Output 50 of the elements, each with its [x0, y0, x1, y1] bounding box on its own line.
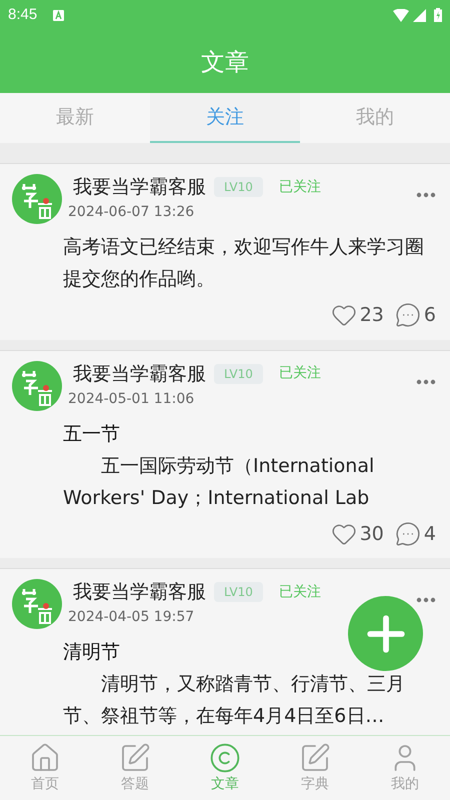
post-title: 清明节 [63, 640, 120, 665]
post-card[interactable]: 我要当学霸客服 LV10 已关注 2024-06-07 13:26 高考语文已经结束，欢迎写作牛人来学习圈提交您的作品哟。 23 6 [0, 163, 450, 340]
comment-icon[interactable] [394, 520, 421, 547]
post-body: 高考语文已经结束，欢迎写作牛人来学习圈提交您的作品哟。 [63, 235, 425, 292]
more-icon[interactable] [416, 192, 436, 198]
follow-status[interactable]: 已关注 [278, 363, 321, 384]
follow-status[interactable]: 已关注 [278, 176, 321, 198]
copyright-icon [209, 742, 241, 774]
notification-icon [53, 10, 64, 20]
post-time: 2024-05-01 11:06 [68, 390, 196, 408]
follow-status[interactable]: 已关注 [278, 582, 321, 602]
tab[interactable]: 最新 [0, 93, 150, 143]
like-count: 23 [360, 303, 384, 328]
home-icon [29, 742, 61, 774]
avatar-icon [12, 360, 62, 410]
more-icon[interactable] [416, 378, 436, 384]
more-icon[interactable] [416, 597, 436, 603]
comment-count: 4 [424, 522, 436, 546]
signal-icon [413, 8, 426, 22]
wifi-icon [393, 8, 409, 22]
post-time: 2024-04-05 19:57 [68, 608, 196, 627]
nav-item[interactable]: 答题 [90, 736, 180, 800]
nav-item[interactable]: 首页 [0, 736, 90, 800]
post-title: 五一节 [63, 422, 120, 446]
avatar-icon [12, 174, 62, 224]
edit-icon [299, 742, 331, 774]
tab[interactable]: 关注 [150, 93, 300, 143]
edit-icon [119, 742, 151, 774]
level-badge: LV10 [214, 177, 263, 197]
like-count: 30 [360, 522, 384, 546]
nav-item[interactable]: 我的 [360, 736, 450, 800]
author-name: 我要当学霸客服 [73, 362, 206, 386]
post-card[interactable]: 我要当学霸客服 LV10 已关注 2024-04-05 19:57 清明节 清明节，又称踏青节、行清节、三月节、祭祖节等，在每年4月4日至6日… [0, 568, 450, 735]
author-name: 我要当学霸客服 [73, 175, 206, 200]
nav-item[interactable]: 字典 [270, 736, 360, 800]
comment-icon[interactable] [394, 302, 421, 328]
level-badge: LV10 [214, 364, 263, 384]
page-title: 文章 [201, 46, 249, 78]
post-body: 清明节，又称踏青节、行清节、三月节、祭祖节等，在每年4月4日至6日… [63, 672, 406, 729]
level-badge: LV10 [214, 582, 263, 602]
comment-count: 6 [424, 303, 436, 328]
post-time: 2024-06-07 13:26 [68, 203, 196, 222]
post-body: 五一国际劳动节（International Workers' Day；International Lab [63, 454, 376, 510]
status-time: 8:45 [8, 4, 38, 25]
post-card[interactable]: 我要当学霸客服 LV10 已关注 2024-05-01 11:06 五一节 五一国际劳动节（International Workers' Day；International Lab 30 4 [0, 350, 450, 558]
author-name: 我要当学霸客服 [73, 580, 206, 605]
nav-item[interactable]: 文章 [180, 736, 270, 800]
battery-icon [434, 8, 442, 22]
tab[interactable]: 我的 [300, 93, 450, 143]
avatar-icon [12, 579, 62, 629]
